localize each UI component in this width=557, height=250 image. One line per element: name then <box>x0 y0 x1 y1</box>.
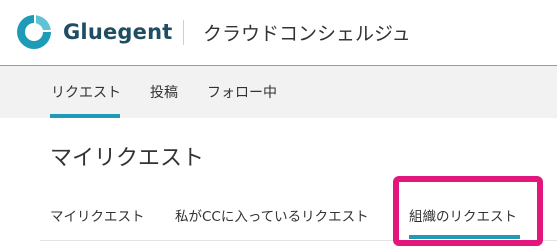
tabs-divider <box>40 240 557 241</box>
logo-text: Gluegent <box>63 20 173 44</box>
service-title: クラウドコンシェルジュ <box>203 23 411 45</box>
tab-cc-requests[interactable]: 私がCCに入っているリクエスト <box>175 205 369 225</box>
page: Gluegent クラウドコンシェルジュ リクエスト 投稿 フォロー中 マイリク… <box>0 0 557 250</box>
tab-organization-requests[interactable]: 組織のリクエスト <box>409 205 517 225</box>
nav-item-request[interactable]: リクエスト <box>51 82 121 102</box>
app-header: Gluegent クラウドコンシェルジュ <box>0 0 557 66</box>
subtab-active-indicator <box>409 235 520 239</box>
page-title: マイリクエスト <box>50 146 205 171</box>
nav-item-following[interactable]: フォロー中 <box>207 82 277 102</box>
nav-item-post[interactable]: 投稿 <box>150 82 178 102</box>
main-nav: リクエスト 投稿 フォロー中 <box>0 66 557 118</box>
gluegent-logo-icon <box>17 15 51 49</box>
tab-my-requests[interactable]: マイリクエスト <box>50 205 145 225</box>
nav-active-indicator <box>50 114 120 118</box>
header-divider <box>183 20 184 45</box>
gluegent-logo[interactable]: Gluegent <box>14 12 174 52</box>
